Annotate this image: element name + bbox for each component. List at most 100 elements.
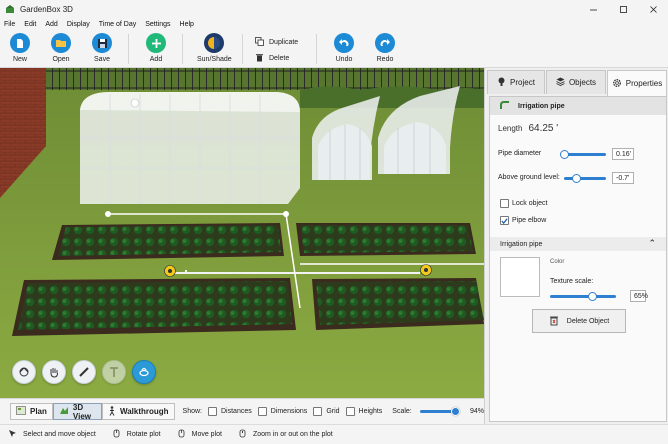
checkbox-label: Distances: [221, 408, 252, 415]
lock-object-checkbox[interactable]: Lock object: [500, 199, 547, 208]
irrigation-tool-icon: [139, 367, 149, 377]
close-button[interactable]: [638, 0, 668, 18]
selection-handle[interactable]: [283, 211, 289, 217]
raised-bed[interactable]: [296, 223, 476, 256]
texture-scale-slider[interactable]: [550, 292, 616, 301]
view-tab-label: 3D View: [72, 402, 91, 421]
pipe-diameter-input[interactable]: 0.16': [612, 148, 634, 160]
open-button[interactable]: Open: [51, 33, 71, 63]
tab-project[interactable]: Project: [487, 70, 545, 94]
checkbox-box: [500, 199, 509, 208]
status-label: Move plot: [191, 431, 222, 438]
tab-properties[interactable]: Properties: [607, 70, 667, 96]
ruler-button[interactable]: [72, 360, 96, 384]
add-button[interactable]: Add: [146, 33, 166, 63]
tab-objects[interactable]: Objects: [546, 70, 606, 94]
scale-label: Scale:: [392, 408, 412, 415]
duplicate-button[interactable]: Duplicate: [254, 37, 298, 48]
layers-icon: [556, 77, 565, 88]
close-icon: [649, 5, 657, 13]
gear-icon: [612, 78, 622, 90]
raised-bed[interactable]: [312, 278, 484, 330]
above-ground-input[interactable]: -0.7': [612, 172, 634, 184]
view-tab-label: Plan: [30, 407, 47, 416]
move-plot-icon: [177, 429, 186, 440]
texture-scale-input[interactable]: 65%: [630, 290, 648, 302]
sun-shade-label: Sun/Shade: [197, 56, 232, 63]
distances-checkbox[interactable]: Distances: [208, 407, 252, 416]
dimensions-checkbox[interactable]: Dimensions: [257, 407, 307, 416]
color-swatch[interactable]: [500, 257, 540, 297]
above-ground-slider[interactable]: [564, 174, 606, 183]
selection-handle[interactable]: [105, 211, 111, 217]
menu-edit[interactable]: Edit: [24, 21, 36, 28]
texture-scale-thumb[interactable]: [588, 292, 598, 301]
raised-bed[interactable]: [52, 223, 284, 260]
plus-icon: [146, 33, 166, 53]
view-tab-label: Walkthrough: [119, 407, 169, 416]
menu-help[interactable]: Help: [180, 21, 194, 28]
pipe-elbow-checkbox[interactable]: Pipe elbow: [500, 216, 546, 225]
toolbar-separator: [242, 34, 243, 64]
status-hint: Rotate plot: [112, 429, 161, 440]
menu-file[interactable]: File: [4, 21, 15, 28]
grid-checkbox[interactable]: Grid: [313, 407, 340, 416]
maximize-icon: [619, 5, 627, 13]
hand-pan-button[interactable]: [42, 360, 66, 384]
3d-viewport[interactable]: [0, 68, 484, 398]
sun-shade-button[interactable]: Sun/Shade: [197, 33, 232, 63]
irrigation-tool-button[interactable]: [132, 360, 156, 384]
length-label: Length: [498, 124, 523, 133]
garden-logo-icon: [6, 5, 14, 13]
pipe-diameter-thumb[interactable]: [559, 150, 569, 159]
text-tool-button[interactable]: [102, 360, 126, 384]
heights-checkbox[interactable]: Heights: [345, 407, 382, 416]
checkmark-icon: [501, 217, 508, 224]
view-tab-walkthrough[interactable]: Walkthrough: [101, 403, 175, 420]
minimize-button[interactable]: [578, 0, 608, 18]
window-title: GardenBox 3D: [20, 4, 73, 14]
view-tab-3d[interactable]: 3D View: [52, 402, 102, 421]
delete-label: Delete: [269, 55, 290, 62]
status-hint: Zoom in or out on the plot: [238, 429, 333, 440]
save-button[interactable]: Save: [92, 33, 112, 63]
menu-settings[interactable]: Settings: [145, 21, 170, 28]
irrigation-pipe-section[interactable]: Irrigation pipe ⌃: [490, 237, 666, 251]
rotate-camera-button[interactable]: [12, 360, 36, 384]
menu-display[interactable]: Display: [67, 21, 90, 28]
scale-slider-thumb[interactable]: [450, 407, 460, 416]
redo-icon: [375, 33, 395, 53]
text-tool-icon: [110, 367, 118, 377]
above-ground-thumb[interactable]: [572, 174, 582, 183]
show-label: Show:: [182, 408, 202, 415]
object-header: Irrigation pipe: [490, 97, 666, 115]
object-name: Irrigation pipe: [518, 102, 565, 110]
delete-object-label: Delete Object: [566, 317, 610, 325]
large-greenhouse[interactable]: [80, 92, 300, 204]
irrigation-pipe-icon: [500, 100, 510, 112]
maximize-button[interactable]: [608, 0, 638, 18]
chevron-up-icon: ⌃: [648, 238, 656, 248]
undo-label: Undo: [335, 56, 353, 63]
redo-button[interactable]: Redo: [375, 33, 395, 63]
save-disk-icon: [92, 33, 112, 53]
view-tab-plan[interactable]: Plan: [10, 403, 53, 420]
save-label: Save: [94, 56, 110, 63]
toolbar-separator: [182, 34, 183, 64]
pipe-diameter-slider[interactable]: [559, 150, 606, 159]
scale-slider[interactable]: [419, 407, 460, 416]
delete-object-button[interactable]: Delete Object: [532, 309, 626, 333]
undo-button[interactable]: Undo: [334, 33, 354, 63]
status-hint: Move plot: [177, 429, 222, 440]
new-button[interactable]: New: [10, 33, 30, 63]
menu-time-of-day[interactable]: Time of Day: [99, 21, 136, 28]
garden-scene[interactable]: [0, 68, 484, 398]
menu-add[interactable]: Add: [45, 21, 57, 28]
raised-bed[interactable]: [12, 278, 296, 336]
redo-label: Redo: [376, 56, 394, 63]
menu-bar: File Edit Add Display Time of Day Settin…: [0, 18, 668, 30]
toolbar-separator: [128, 34, 129, 64]
delete-button[interactable]: Delete: [254, 53, 289, 64]
status-hint: Select and move object: [8, 429, 96, 440]
length-row: Length 64.25 ': [498, 123, 558, 134]
